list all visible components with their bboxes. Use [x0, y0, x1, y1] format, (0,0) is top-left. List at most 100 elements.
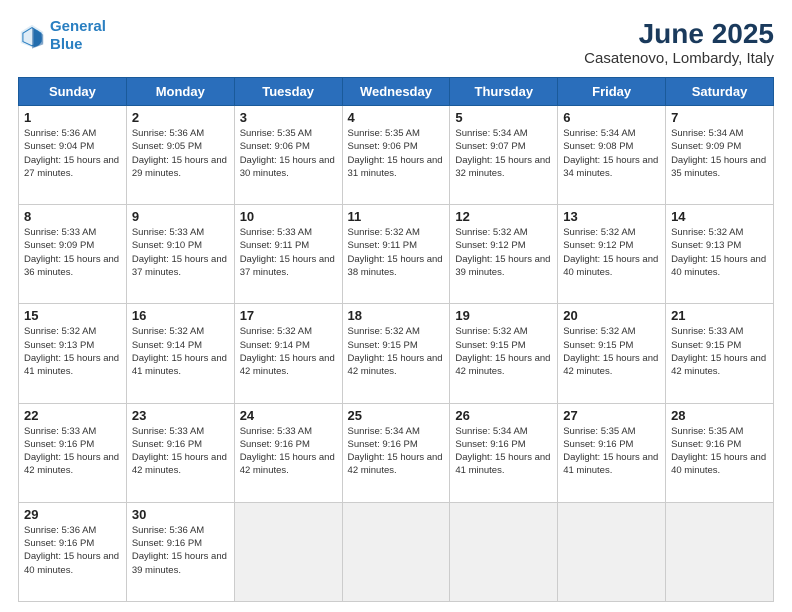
- table-row: [342, 502, 450, 601]
- table-row: 6Sunrise: 5:34 AMSunset: 9:08 PMDaylight…: [558, 106, 666, 205]
- day-number: 3: [240, 110, 337, 125]
- calendar: Sunday Monday Tuesday Wednesday Thursday…: [18, 77, 774, 602]
- calendar-week-row: 1Sunrise: 5:36 AMSunset: 9:04 PMDaylight…: [19, 106, 774, 205]
- day-number: 8: [24, 209, 121, 224]
- calendar-header-row: Sunday Monday Tuesday Wednesday Thursday…: [19, 78, 774, 106]
- day-number: 2: [132, 110, 229, 125]
- table-row: 30 Sunrise: 5:36 AMSunset: 9:16 PMDayligh…: [126, 502, 234, 601]
- day-detail: Sunrise: 5:33 AMSunset: 9:16 PMDaylight:…: [240, 425, 337, 478]
- day-detail: Sunrise: 5:32 AMSunset: 9:11 PMDaylight:…: [348, 226, 445, 279]
- table-row: 24 Sunrise: 5:33 AMSunset: 9:16 PMDayligh…: [234, 403, 342, 502]
- table-row: 20Sunrise: 5:32 AMSunset: 9:15 PMDayligh…: [558, 304, 666, 403]
- logo: GeneralBlue: [18, 18, 106, 54]
- col-friday: Friday: [558, 78, 666, 106]
- table-row: [450, 502, 558, 601]
- table-row: 9 Sunrise: 5:33 AMSunset: 9:10 PMDaylight…: [126, 205, 234, 304]
- calendar-week-row: 15Sunrise: 5:32 AMSunset: 9:13 PMDayligh…: [19, 304, 774, 403]
- table-row: 13 Sunrise: 5:32 AMSunset: 9:12 PMDayligh…: [558, 205, 666, 304]
- day-number: 14: [671, 209, 768, 224]
- day-detail: Sunrise: 5:33 AMSunset: 9:16 PMDaylight:…: [132, 425, 229, 478]
- col-sunday: Sunday: [19, 78, 127, 106]
- table-row: 27Sunrise: 5:35 AMSunset: 9:16 PMDayligh…: [558, 403, 666, 502]
- day-detail: Sunrise: 5:33 AMSunset: 9:09 PMDaylight:…: [24, 226, 121, 279]
- table-row: 15Sunrise: 5:32 AMSunset: 9:13 PMDayligh…: [19, 304, 127, 403]
- table-row: 23Sunrise: 5:33 AMSunset: 9:16 PMDayligh…: [126, 403, 234, 502]
- table-row: 28 Sunrise: 5:35 AMSunset: 9:16 PMDayligh…: [666, 403, 774, 502]
- calendar-week-row: 29 Sunrise: 5:36 AMSunset: 9:16 PMDayligh…: [19, 502, 774, 601]
- table-row: 4Sunrise: 5:35 AMSunset: 9:06 PMDaylight…: [342, 106, 450, 205]
- day-number: 24: [240, 408, 337, 423]
- day-detail: Sunrise: 5:33 AMSunset: 9:15 PMDaylight:…: [671, 325, 768, 378]
- day-detail: Sunrise: 5:35 AMSunset: 9:16 PMDaylight:…: [563, 425, 660, 478]
- day-detail: Sunrise: 5:34 AMSunset: 9:08 PMDaylight:…: [563, 127, 660, 180]
- table-row: 2 Sunrise: 5:36 AMSunset: 9:05 PMDaylight…: [126, 106, 234, 205]
- table-row: 25 Sunrise: 5:34 AMSunset: 9:16 PMDayligh…: [342, 403, 450, 502]
- page: GeneralBlue June 2025 Casatenovo, Lombar…: [0, 0, 792, 612]
- day-number: 25: [348, 408, 445, 423]
- day-number: 19: [455, 308, 552, 323]
- calendar-week-row: 22Sunrise: 5:33 AMSunset: 9:16 PMDayligh…: [19, 403, 774, 502]
- day-number: 4: [348, 110, 445, 125]
- day-detail: Sunrise: 5:35 AMSunset: 9:16 PMDaylight:…: [671, 425, 768, 478]
- location-title: Casatenovo, Lombardy, Italy: [584, 50, 774, 67]
- day-detail: Sunrise: 5:32 AMSunset: 9:14 PMDaylight:…: [240, 325, 337, 378]
- day-detail: Sunrise: 5:36 AMSunset: 9:16 PMDaylight:…: [24, 524, 121, 577]
- table-row: [666, 502, 774, 601]
- table-row: 26 Sunrise: 5:34 AMSunset: 9:16 PMDayligh…: [450, 403, 558, 502]
- day-number: 5: [455, 110, 552, 125]
- logo-name: GeneralBlue: [50, 18, 106, 54]
- day-detail: Sunrise: 5:32 AMSunset: 9:12 PMDaylight:…: [455, 226, 552, 279]
- table-row: 12 Sunrise: 5:32 AMSunset: 9:12 PMDayligh…: [450, 205, 558, 304]
- table-row: 29 Sunrise: 5:36 AMSunset: 9:16 PMDayligh…: [19, 502, 127, 601]
- day-number: 9: [132, 209, 229, 224]
- day-detail: Sunrise: 5:32 AMSunset: 9:13 PMDaylight:…: [24, 325, 121, 378]
- table-row: [234, 502, 342, 601]
- day-number: 11: [348, 209, 445, 224]
- day-number: 28: [671, 408, 768, 423]
- table-row: 19 Sunrise: 5:32 AMSunset: 9:15 PMDayligh…: [450, 304, 558, 403]
- table-row: 17Sunrise: 5:32 AMSunset: 9:14 PMDayligh…: [234, 304, 342, 403]
- table-row: 16 Sunrise: 5:32 AMSunset: 9:14 PMDayligh…: [126, 304, 234, 403]
- table-row: 10 Sunrise: 5:33 AMSunset: 9:11 PMDayligh…: [234, 205, 342, 304]
- day-detail: Sunrise: 5:33 AMSunset: 9:11 PMDaylight:…: [240, 226, 337, 279]
- table-row: 7 Sunrise: 5:34 AMSunset: 9:09 PMDaylight…: [666, 106, 774, 205]
- day-detail: Sunrise: 5:32 AMSunset: 9:15 PMDaylight:…: [455, 325, 552, 378]
- month-title: June 2025: [584, 18, 774, 50]
- day-number: 7: [671, 110, 768, 125]
- day-number: 12: [455, 209, 552, 224]
- day-detail: Sunrise: 5:34 AMSunset: 9:16 PMDaylight:…: [455, 425, 552, 478]
- title-block: June 2025 Casatenovo, Lombardy, Italy: [584, 18, 774, 67]
- table-row: 21 Sunrise: 5:33 AMSunset: 9:15 PMDayligh…: [666, 304, 774, 403]
- day-number: 20: [563, 308, 660, 323]
- table-row: 11 Sunrise: 5:32 AMSunset: 9:11 PMDayligh…: [342, 205, 450, 304]
- day-detail: Sunrise: 5:32 AMSunset: 9:14 PMDaylight:…: [132, 325, 229, 378]
- col-monday: Monday: [126, 78, 234, 106]
- table-row: 5 Sunrise: 5:34 AMSunset: 9:07 PMDaylight…: [450, 106, 558, 205]
- day-detail: Sunrise: 5:35 AMSunset: 9:06 PMDaylight:…: [240, 127, 337, 180]
- day-number: 26: [455, 408, 552, 423]
- day-number: 13: [563, 209, 660, 224]
- col-thursday: Thursday: [450, 78, 558, 106]
- table-row: [558, 502, 666, 601]
- table-row: 14 Sunrise: 5:32 AMSunset: 9:13 PMDayligh…: [666, 205, 774, 304]
- day-detail: Sunrise: 5:32 AMSunset: 9:15 PMDaylight:…: [348, 325, 445, 378]
- header: GeneralBlue June 2025 Casatenovo, Lombar…: [18, 18, 774, 67]
- day-number: 30: [132, 507, 229, 522]
- day-detail: Sunrise: 5:32 AMSunset: 9:13 PMDaylight:…: [671, 226, 768, 279]
- table-row: 1Sunrise: 5:36 AMSunset: 9:04 PMDaylight…: [19, 106, 127, 205]
- day-number: 10: [240, 209, 337, 224]
- day-detail: Sunrise: 5:34 AMSunset: 9:16 PMDaylight:…: [348, 425, 445, 478]
- table-row: 8 Sunrise: 5:33 AMSunset: 9:09 PMDaylight…: [19, 205, 127, 304]
- day-number: 1: [24, 110, 121, 125]
- day-detail: Sunrise: 5:34 AMSunset: 9:07 PMDaylight:…: [455, 127, 552, 180]
- day-detail: Sunrise: 5:36 AMSunset: 9:16 PMDaylight:…: [132, 524, 229, 577]
- day-detail: Sunrise: 5:32 AMSunset: 9:12 PMDaylight:…: [563, 226, 660, 279]
- day-number: 29: [24, 507, 121, 522]
- day-detail: Sunrise: 5:36 AMSunset: 9:05 PMDaylight:…: [132, 127, 229, 180]
- day-number: 21: [671, 308, 768, 323]
- table-row: 18Sunrise: 5:32 AMSunset: 9:15 PMDayligh…: [342, 304, 450, 403]
- table-row: 22Sunrise: 5:33 AMSunset: 9:16 PMDayligh…: [19, 403, 127, 502]
- day-detail: Sunrise: 5:33 AMSunset: 9:10 PMDaylight:…: [132, 226, 229, 279]
- day-detail: Sunrise: 5:34 AMSunset: 9:09 PMDaylight:…: [671, 127, 768, 180]
- day-number: 16: [132, 308, 229, 323]
